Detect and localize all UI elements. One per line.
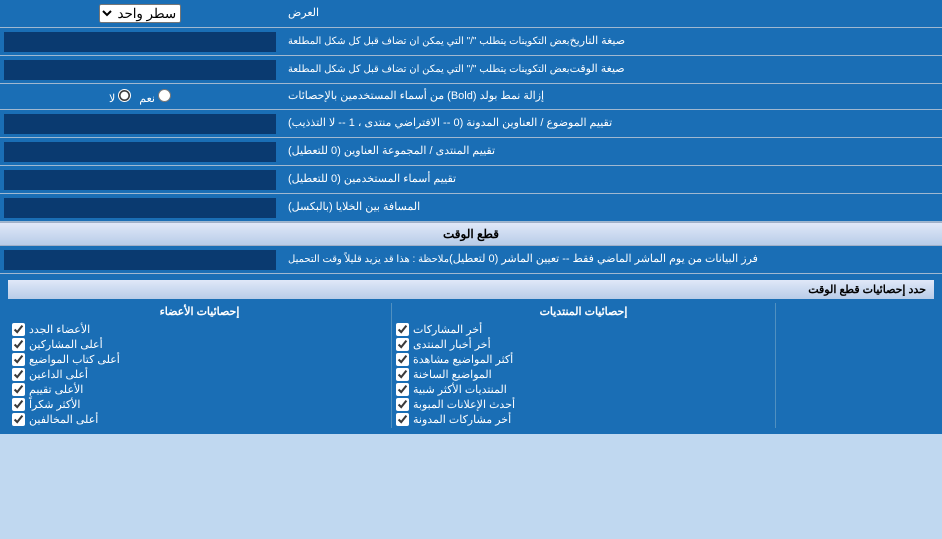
checkbox-most-viewed[interactable] <box>396 353 409 366</box>
forum-sort-input-area: 33 <box>0 138 280 165</box>
top-label: العرض <box>280 0 942 27</box>
bold-remove-label: إزالة نمط بولد (Bold) من أسماء المستخدمي… <box>280 85 942 108</box>
cell-padding-label: المسافة بين الخلايا (بالبكسل) <box>280 194 942 221</box>
checkbox-item-highest-rated: الأعلى تقييم <box>12 383 387 396</box>
checkbox-item-new-members: الأعضاء الجدد <box>12 323 387 336</box>
checkbox-col-members: إحصائيات الأعضاء الأعضاء الجدد أعلى المش… <box>8 303 391 428</box>
radio-no[interactable] <box>118 89 131 102</box>
topic-sort-row: تقييم الموضوع / العناوين المدونة (0 -- ا… <box>0 110 942 138</box>
forum-sort-label: تقييم المنتدى / المجموعة العناوين (0 للت… <box>280 138 942 165</box>
time-cut-header: قطع الوقت <box>0 222 942 246</box>
checkbox-highest-rated[interactable] <box>12 383 25 396</box>
topic-sort-input-area: 33 <box>0 110 280 137</box>
checkbox-last-blog-posts[interactable] <box>396 413 409 426</box>
checkbox-item-last-blog-posts: أخر مشاركات المدونة <box>396 413 771 426</box>
checkboxes-grid: إحصائيات المنتديات أخر المشاركات أخر أخب… <box>8 303 934 428</box>
checkbox-most-similar-forums[interactable] <box>396 383 409 396</box>
checkbox-item-most-similar-forums: المنتديات الأكثر شبية <box>396 383 771 396</box>
checkbox-item-hot-topics: المواضيع الساخنة <box>396 368 771 381</box>
checkboxes-section: حدد إحصائيات قطع الوقت إحصائيات المنتديا… <box>0 274 942 434</box>
checkbox-top-callers[interactable] <box>12 368 25 381</box>
checkbox-item-latest-classified-ads: أحدث الإعلانات المبوبة <box>396 398 771 411</box>
checkbox-top-participants[interactable] <box>12 338 25 351</box>
time-cut-input-area: 0 <box>0 246 280 273</box>
checkbox-col-empty <box>775 303 934 428</box>
forum-sort-input[interactable]: 33 <box>4 142 276 162</box>
cell-padding-input-area: 2 <box>0 194 280 221</box>
time-cut-title: قطع الوقت <box>443 227 499 241</box>
checkbox-last-forum-news[interactable] <box>396 338 409 351</box>
bold-remove-radio-cell: نعم لا <box>0 87 280 107</box>
bold-remove-row: إزالة نمط بولد (Bold) من أسماء المستخدمي… <box>0 84 942 110</box>
checkbox-top-violators[interactable] <box>12 413 25 426</box>
date-format-input[interactable]: d-m <box>4 32 276 52</box>
date-format-row: صيغة التاريخبعض التكوينات يتطلب "/" التي… <box>0 28 942 56</box>
user-sort-label: تقييم أسماء المستخدمين (0 للتعطيل) <box>280 166 942 193</box>
checkbox-top-topic-writers[interactable] <box>12 353 25 366</box>
checkbox-new-members[interactable] <box>12 323 25 336</box>
cell-padding-input[interactable]: 2 <box>4 198 276 218</box>
checkbox-item-top-violators: أعلى المخالفين <box>12 413 387 426</box>
members-stats-header: إحصائيات الأعضاء <box>12 305 387 318</box>
forum-stats-header: إحصائيات المنتديات <box>396 305 771 318</box>
checkbox-item-top-topic-writers: أعلى كتاب المواضيع <box>12 353 387 366</box>
topic-sort-label: تقييم الموضوع / العناوين المدونة (0 -- ا… <box>280 110 942 137</box>
header-row: العرض سطر واحدسطرينثلاثة أسطر <box>0 0 942 28</box>
time-format-input-area: H:i <box>0 56 280 83</box>
checkbox-item-most-thanked: الأكثر شكراً <box>12 398 387 411</box>
time-format-input[interactable]: H:i <box>4 60 276 80</box>
user-sort-row: تقييم أسماء المستخدمين (0 للتعطيل) 0 <box>0 166 942 194</box>
checkbox-hot-topics[interactable] <box>396 368 409 381</box>
time-cut-row: فرز البيانات من يوم الماشر الماضي فقط --… <box>0 246 942 274</box>
checkbox-last-posts[interactable] <box>396 323 409 336</box>
time-format-label: صيغة الوقتبعض التكوينات يتطلب "/" التي ي… <box>280 56 942 83</box>
top-label-text: العرض <box>288 6 319 21</box>
time-format-row: صيغة الوقتبعض التكوينات يتطلب "/" التي ي… <box>0 56 942 84</box>
radio-no-label: لا <box>109 89 131 105</box>
forum-sort-row: تقييم المنتدى / المجموعة العناوين (0 للت… <box>0 138 942 166</box>
checkbox-item-most-viewed: أكثر المواضيع مشاهدة <box>396 353 771 366</box>
checkbox-col-forums: إحصائيات المنتديات أخر المشاركات أخر أخب… <box>391 303 775 428</box>
topic-sort-input[interactable]: 33 <box>4 114 276 134</box>
header-input-area: سطر واحدسطرينثلاثة أسطر <box>0 0 280 27</box>
cell-padding-row: المسافة بين الخلايا (بالبكسل) 2 <box>0 194 942 222</box>
checkboxes-header: حدد إحصائيات قطع الوقت <box>8 280 934 299</box>
checkbox-most-thanked[interactable] <box>12 398 25 411</box>
time-cut-label: فرز البيانات من يوم الماشر الماضي فقط --… <box>280 246 942 273</box>
radio-yes[interactable] <box>158 89 171 102</box>
date-format-input-area: d-m <box>0 28 280 55</box>
date-format-label: صيغة التاريخبعض التكوينات يتطلب "/" التي… <box>280 28 942 55</box>
user-sort-input[interactable]: 0 <box>4 170 276 190</box>
checkbox-item-last-forum-news: أخر أخبار المنتدى <box>396 338 771 351</box>
time-cut-input[interactable]: 0 <box>4 250 276 270</box>
user-sort-input-area: 0 <box>0 166 280 193</box>
checkbox-item-top-callers: أعلى الداعين <box>12 368 387 381</box>
radio-yes-label: نعم <box>139 89 171 105</box>
checkbox-latest-classified-ads[interactable] <box>396 398 409 411</box>
main-container: العرض سطر واحدسطرينثلاثة أسطر صيغة التار… <box>0 0 942 434</box>
checkbox-item-last-posts: أخر المشاركات <box>396 323 771 336</box>
display-select[interactable]: سطر واحدسطرينثلاثة أسطر <box>99 4 181 23</box>
checkboxes-header-text: حدد إحصائيات قطع الوقت <box>808 284 926 296</box>
checkbox-item-top-participants: أعلى المشاركين <box>12 338 387 351</box>
